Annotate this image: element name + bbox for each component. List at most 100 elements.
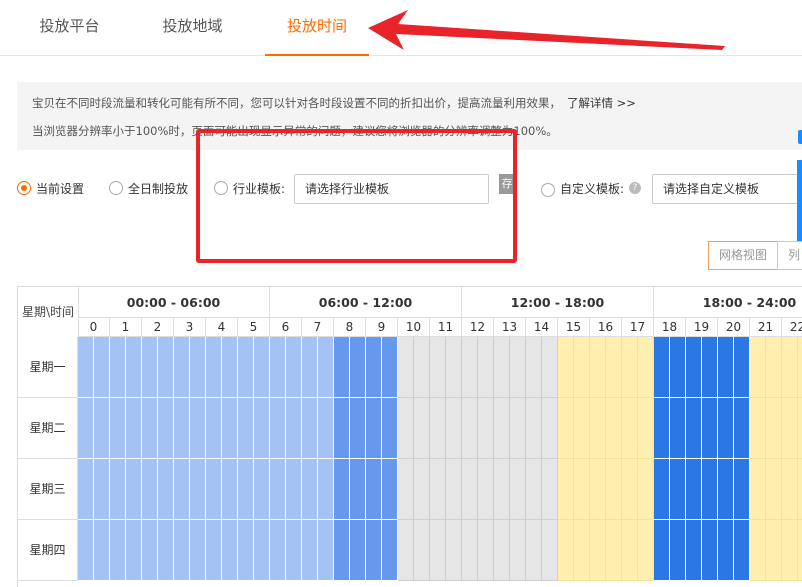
- schedule-cell[interactable]: [750, 398, 766, 459]
- schedule-cell[interactable]: [542, 337, 558, 398]
- schedule-cell[interactable]: [782, 337, 798, 398]
- schedule-cell[interactable]: [382, 520, 398, 581]
- schedule-cell[interactable]: [318, 398, 334, 459]
- time-segment-header[interactable]: 18:00 - 24:00: [654, 287, 802, 318]
- schedule-cell[interactable]: [238, 520, 254, 581]
- day-label[interactable]: 星期一: [18, 337, 78, 398]
- hour-header[interactable]: 12: [462, 318, 494, 337]
- schedule-cell[interactable]: [174, 520, 190, 581]
- schedule-cell[interactable]: [238, 398, 254, 459]
- schedule-cell[interactable]: [190, 337, 206, 398]
- schedule-cell[interactable]: [590, 459, 606, 520]
- schedule-cell[interactable]: [286, 459, 302, 520]
- schedule-cell[interactable]: [558, 398, 574, 459]
- schedule-cell[interactable]: [398, 398, 414, 459]
- schedule-cell[interactable]: [430, 520, 446, 581]
- schedule-cell[interactable]: [478, 398, 494, 459]
- hour-header[interactable]: 13: [494, 318, 526, 337]
- hour-header[interactable]: 8: [334, 318, 366, 337]
- schedule-cell[interactable]: [78, 337, 94, 398]
- schedule-cell[interactable]: [446, 398, 462, 459]
- schedule-cell[interactable]: [414, 520, 430, 581]
- schedule-cell[interactable]: [222, 520, 238, 581]
- schedule-cell[interactable]: [222, 337, 238, 398]
- schedule-cell[interactable]: [382, 337, 398, 398]
- schedule-cell[interactable]: [382, 398, 398, 459]
- schedule-cell[interactable]: [126, 520, 142, 581]
- schedule-cell[interactable]: [510, 520, 526, 581]
- schedule-cell[interactable]: [494, 337, 510, 398]
- day-label[interactable]: 星期三: [18, 459, 78, 520]
- hour-header[interactable]: 2: [142, 318, 174, 337]
- schedule-cell[interactable]: [478, 520, 494, 581]
- schedule-cell[interactable]: [238, 459, 254, 520]
- schedule-cell[interactable]: [782, 459, 798, 520]
- schedule-cell[interactable]: [430, 398, 446, 459]
- schedule-cell[interactable]: [670, 337, 686, 398]
- schedule-cell[interactable]: [510, 398, 526, 459]
- schedule-cell[interactable]: [670, 520, 686, 581]
- tab-region[interactable]: 投放地域: [145, 0, 240, 55]
- schedule-cell[interactable]: [494, 459, 510, 520]
- schedule-cell[interactable]: [638, 520, 654, 581]
- schedule-cell[interactable]: [110, 520, 126, 581]
- hour-header[interactable]: 1: [110, 318, 142, 337]
- schedule-cell[interactable]: [254, 398, 270, 459]
- schedule-cell[interactable]: [110, 459, 126, 520]
- schedule-cell[interactable]: [302, 459, 318, 520]
- schedule-cell[interactable]: [574, 398, 590, 459]
- schedule-cell[interactable]: [766, 337, 782, 398]
- schedule-cell[interactable]: [654, 398, 670, 459]
- schedule-cell[interactable]: [526, 398, 542, 459]
- schedule-cell[interactable]: [414, 459, 430, 520]
- schedule-cell[interactable]: [350, 520, 366, 581]
- schedule-cell[interactable]: [286, 398, 302, 459]
- schedule-cell[interactable]: [430, 337, 446, 398]
- schedule-cell[interactable]: [398, 337, 414, 398]
- hour-header[interactable]: 0: [78, 318, 110, 337]
- schedule-cell[interactable]: [542, 520, 558, 581]
- hour-header[interactable]: 3: [174, 318, 206, 337]
- schedule-cell[interactable]: [270, 337, 286, 398]
- schedule-cell[interactable]: [126, 398, 142, 459]
- schedule-cell[interactable]: [702, 398, 718, 459]
- hour-header[interactable]: 18: [654, 318, 686, 337]
- schedule-cell[interactable]: [94, 398, 110, 459]
- schedule-cell[interactable]: [334, 459, 350, 520]
- schedule-cell[interactable]: [334, 520, 350, 581]
- time-segment-header[interactable]: 00:00 - 06:00: [78, 287, 270, 318]
- schedule-cell[interactable]: [286, 520, 302, 581]
- schedule-cell[interactable]: [270, 398, 286, 459]
- schedule-cell[interactable]: [526, 459, 542, 520]
- schedule-cell[interactable]: [654, 459, 670, 520]
- schedule-cell[interactable]: [446, 337, 462, 398]
- schedule-cell[interactable]: [206, 398, 222, 459]
- schedule-cell[interactable]: [222, 398, 238, 459]
- hour-header[interactable]: 9: [366, 318, 398, 337]
- schedule-cell[interactable]: [302, 398, 318, 459]
- schedule-cell[interactable]: [750, 337, 766, 398]
- time-segment-header[interactable]: 06:00 - 12:00: [270, 287, 462, 318]
- schedule-cell[interactable]: [382, 459, 398, 520]
- time-segment-header[interactable]: 12:00 - 18:00: [462, 287, 654, 318]
- schedule-cell[interactable]: [462, 520, 478, 581]
- tab-time[interactable]: 投放时间: [265, 0, 369, 56]
- schedule-cell[interactable]: [398, 520, 414, 581]
- schedule-cell[interactable]: [398, 459, 414, 520]
- schedule-cell[interactable]: [318, 337, 334, 398]
- schedule-cell[interactable]: [350, 459, 366, 520]
- schedule-cell[interactable]: [206, 459, 222, 520]
- schedule-cell[interactable]: [542, 398, 558, 459]
- schedule-cell[interactable]: [750, 520, 766, 581]
- schedule-cell[interactable]: [318, 459, 334, 520]
- hour-header[interactable]: 5: [238, 318, 270, 337]
- schedule-cell[interactable]: [510, 337, 526, 398]
- schedule-cell[interactable]: [510, 459, 526, 520]
- schedule-cell[interactable]: [766, 398, 782, 459]
- schedule-cell[interactable]: [446, 520, 462, 581]
- hour-header[interactable]: 7: [302, 318, 334, 337]
- schedule-cell[interactable]: [782, 398, 798, 459]
- schedule-cell[interactable]: [750, 459, 766, 520]
- schedule-cell[interactable]: [462, 459, 478, 520]
- custom-template-select[interactable]: 请选择自定义模板: [652, 174, 802, 204]
